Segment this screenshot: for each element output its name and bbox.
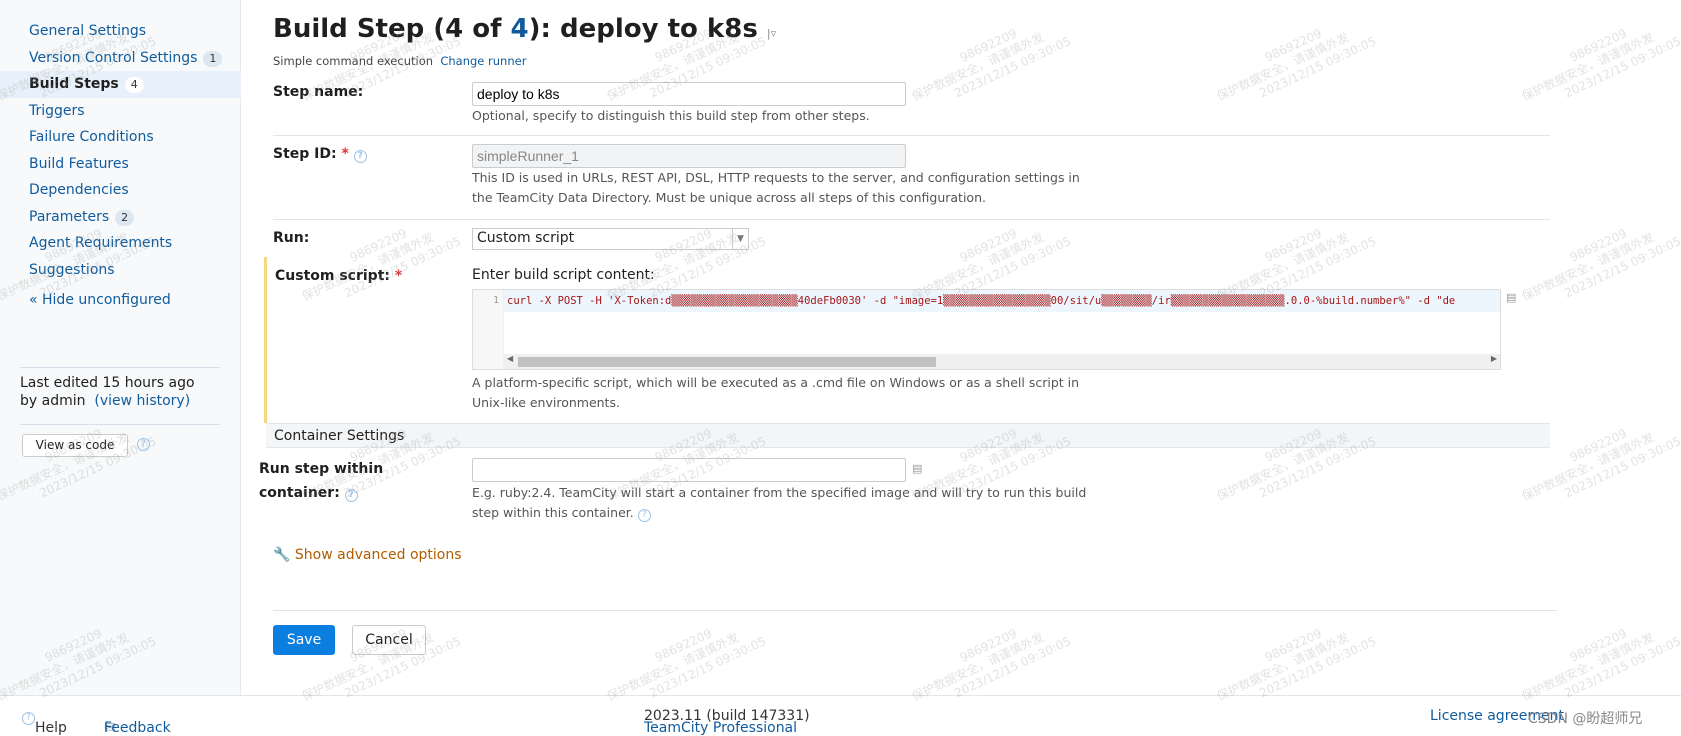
product-link[interactable]: TeamCity Professional	[644, 720, 797, 736]
container-image-input[interactable]	[472, 458, 906, 482]
code-line[interactable]: curl -X POST -H 'X-Token:d▒▒▒▒▒▒▒▒▒▒▒▒▒▒…	[504, 290, 1500, 312]
watermark: 98692209 保护数据安全，请谨慎外发 2023/12/15 09:30:05	[1519, 26, 1681, 104]
product-info: TeamCity Professional 2023.11 (build 147…	[644, 708, 810, 736]
hide-unconfigured-link[interactable]: « Hide unconfigured	[29, 292, 171, 308]
help-icon[interactable]: ?	[637, 509, 651, 522]
line-number: 1	[473, 290, 504, 369]
sidebar-item-label: Version Control Settings	[29, 49, 198, 66]
script-prompt: Enter build script content:	[472, 267, 655, 283]
expand-editor-icon[interactable]: ▤	[1506, 291, 1516, 304]
footer: ? Help ✉ Feedback TeamCity Professional …	[0, 695, 1681, 736]
help-icon[interactable]: ?	[353, 150, 367, 163]
sidebar-item-label: Suggestions	[29, 261, 115, 278]
sidebar-item-version-control-settings[interactable]: Version Control Settings 1	[0, 45, 241, 72]
watermark: 98692209 保护数据安全，请谨慎外发 2023/12/15 09:30:05	[909, 26, 1074, 104]
sidebar-item-label: Agent Requirements	[29, 235, 173, 251]
save-button[interactable]: Save	[273, 625, 335, 655]
page-title: Build Step (4 of 4): deploy to k8s |▿	[273, 14, 777, 44]
sidebar-item-failure-conditions[interactable]: Failure Conditions	[0, 124, 241, 151]
divider	[273, 610, 1557, 611]
run-select[interactable]: Custom script ▼	[472, 228, 749, 250]
step-name-input[interactable]	[472, 82, 906, 106]
scrollbar-thumb[interactable]	[518, 357, 937, 367]
sidebar: General Settings Version Control Settings…	[0, 0, 241, 695]
sidebar-item-label: Dependencies	[29, 182, 129, 198]
step-id-input[interactable]	[472, 144, 906, 168]
runner-type: Simple command execution	[273, 54, 434, 68]
sidebar-item-dependencies[interactable]: Dependencies	[0, 177, 241, 204]
sidebar-item-label: Parameters	[29, 208, 110, 225]
view-as-code-button[interactable]: View as code	[22, 434, 128, 457]
sidebar-item-build-steps[interactable]: Build Steps 4	[0, 71, 241, 98]
sidebar-item-triggers[interactable]: Triggers	[0, 98, 241, 125]
divider	[273, 219, 1550, 220]
last-edited: Last edited 15 hours ago by admin (view …	[20, 374, 195, 410]
sidebar-item-build-features[interactable]: Build Features	[0, 151, 241, 178]
wrench-icon: 🔧	[273, 547, 291, 563]
step-id-note: This ID is used in URLs, REST API, DSL, …	[472, 170, 1080, 205]
count-badge: 4	[124, 77, 144, 93]
step-name-label: Step name:	[273, 84, 364, 100]
image-picker-icon[interactable]: ▤	[912, 462, 922, 475]
sidebar-item-suggestions[interactable]: Suggestions	[0, 257, 241, 284]
script-editor[interactable]: 1 curl -X POST -H 'X-Token:d▒▒▒▒▒▒▒▒▒▒▒▒…	[472, 289, 1501, 370]
sidebar-item-agent-requirements[interactable]: Agent Requirements	[0, 230, 241, 257]
sidebar-nav: General Settings Version Control Settings…	[0, 18, 241, 283]
count-badge: 2	[115, 209, 135, 226]
divider	[273, 135, 1550, 136]
runner-info: Simple command execution Change runner	[273, 54, 526, 68]
help-icon: ?	[22, 712, 35, 725]
change-runner-link[interactable]: Change runner	[440, 54, 526, 68]
container-label: Run step within container: ?	[259, 461, 384, 502]
view-history-link[interactable]: (view history)	[94, 393, 190, 409]
sidebar-item-label: Triggers	[29, 102, 85, 119]
run-label: Run:	[273, 230, 310, 246]
step-id-label: Step ID: * ?	[273, 146, 367, 163]
dropdown-arrow-icon: ▼	[732, 229, 748, 249]
credit-text: CSDN @盼超师兄	[1528, 711, 1643, 727]
custom-script-label: Custom script: *	[275, 268, 403, 284]
sidebar-item-label: Build Features	[29, 155, 129, 172]
script-note: A platform-specific script, which will b…	[472, 375, 1080, 410]
container-note: E.g. ruby:2.4. TeamCity will start a con…	[472, 485, 1087, 522]
watermark: 98692209 保护数据安全，请谨慎外发 2023/12/15 09:30:05	[1214, 26, 1379, 104]
step-name-note: Optional, specify to distinguish this bu…	[472, 108, 870, 123]
show-advanced-options-link[interactable]: 🔧 Show advanced options	[273, 547, 462, 563]
sidebar-item-parameters[interactable]: Parameters 2	[0, 204, 241, 231]
edited-by: by admin	[20, 393, 86, 409]
count-badge: 1	[203, 50, 223, 67]
sidebar-item-label: General Settings	[29, 23, 147, 39]
title-menu-chevron-icon[interactable]: |▿	[767, 27, 776, 40]
horizontal-scrollbar[interactable]: ◀ ▶	[504, 354, 1500, 369]
last-edited-text: Last edited 15 hours ago	[20, 375, 195, 391]
divider	[20, 424, 220, 425]
container-settings-header: Container Settings	[266, 423, 1550, 448]
divider	[20, 367, 220, 368]
help-link[interactable]: ? Help	[22, 708, 67, 736]
help-icon[interactable]: ?	[137, 438, 150, 451]
cancel-button[interactable]: Cancel	[352, 625, 426, 655]
sidebar-item-label: Failure Conditions	[29, 129, 154, 145]
sidebar-item-general-settings[interactable]: General Settings	[0, 18, 241, 45]
sidebar-item-label: Build Steps	[29, 76, 119, 92]
help-icon[interactable]: ?	[344, 489, 358, 502]
